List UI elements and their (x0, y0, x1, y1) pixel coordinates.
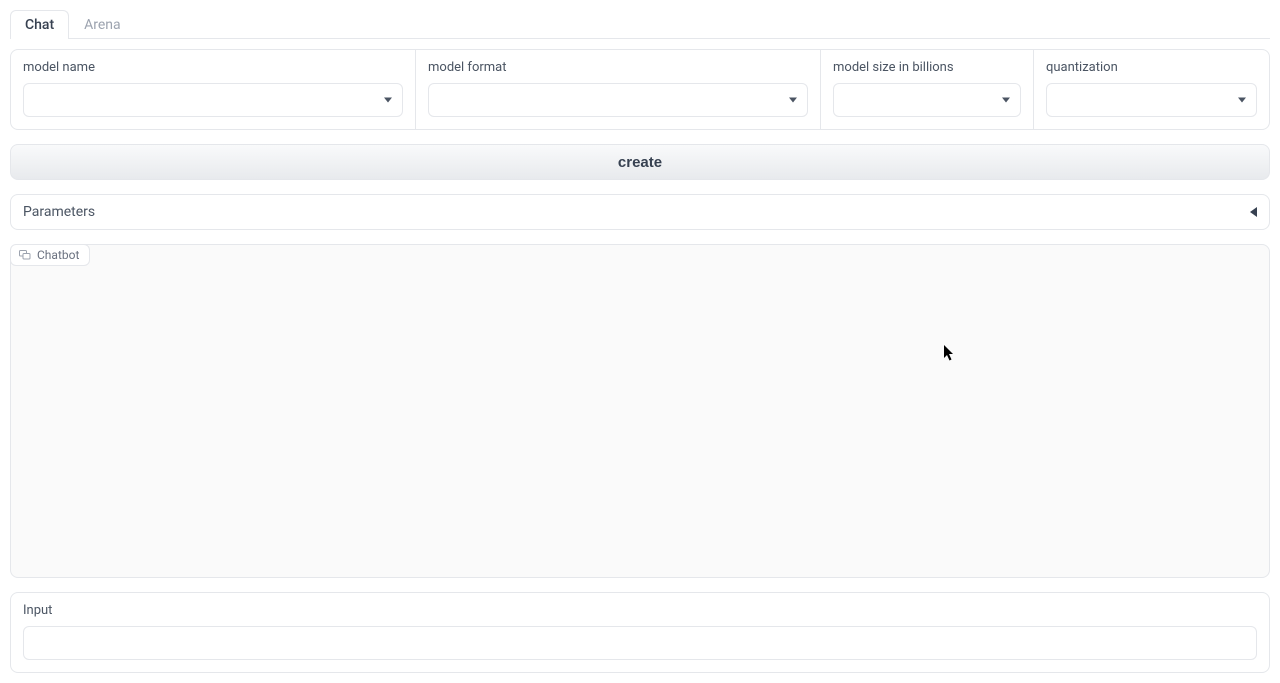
model-name-label: model name (23, 60, 403, 75)
config-model-format: model format (416, 50, 821, 129)
model-format-dropdown[interactable] (428, 83, 808, 117)
tab-bar: Chat Arena (10, 10, 1270, 39)
chatbot-area: Chatbot (10, 244, 1270, 578)
tab-arena[interactable]: Arena (69, 10, 136, 39)
config-quantization: quantization (1034, 50, 1269, 129)
input-section: Input (10, 592, 1270, 673)
chevron-down-icon (384, 98, 392, 103)
config-model-size: model size in billions (821, 50, 1034, 129)
model-size-dropdown[interactable] (833, 83, 1021, 117)
tab-chat[interactable]: Chat (10, 10, 69, 39)
chevron-down-icon (1238, 98, 1246, 103)
create-button[interactable]: create (10, 144, 1270, 180)
chat-icon (19, 250, 31, 260)
model-name-dropdown[interactable] (23, 83, 403, 117)
config-model-name: model name (11, 50, 416, 129)
chevron-down-icon (1002, 98, 1010, 103)
chatbot-label: Chatbot (37, 248, 79, 262)
config-row: model name model format model size in bi… (10, 49, 1270, 130)
quantization-label: quantization (1046, 60, 1257, 75)
input-field[interactable] (23, 626, 1257, 660)
model-format-label: model format (428, 60, 808, 75)
caret-left-icon (1250, 207, 1257, 217)
parameters-label: Parameters (23, 204, 95, 220)
quantization-dropdown[interactable] (1046, 83, 1257, 117)
chevron-down-icon (789, 98, 797, 103)
input-label: Input (23, 603, 1257, 618)
model-size-label: model size in billions (833, 60, 1021, 75)
parameters-accordion[interactable]: Parameters (10, 194, 1270, 230)
chatbot-tag: Chatbot (10, 244, 90, 266)
